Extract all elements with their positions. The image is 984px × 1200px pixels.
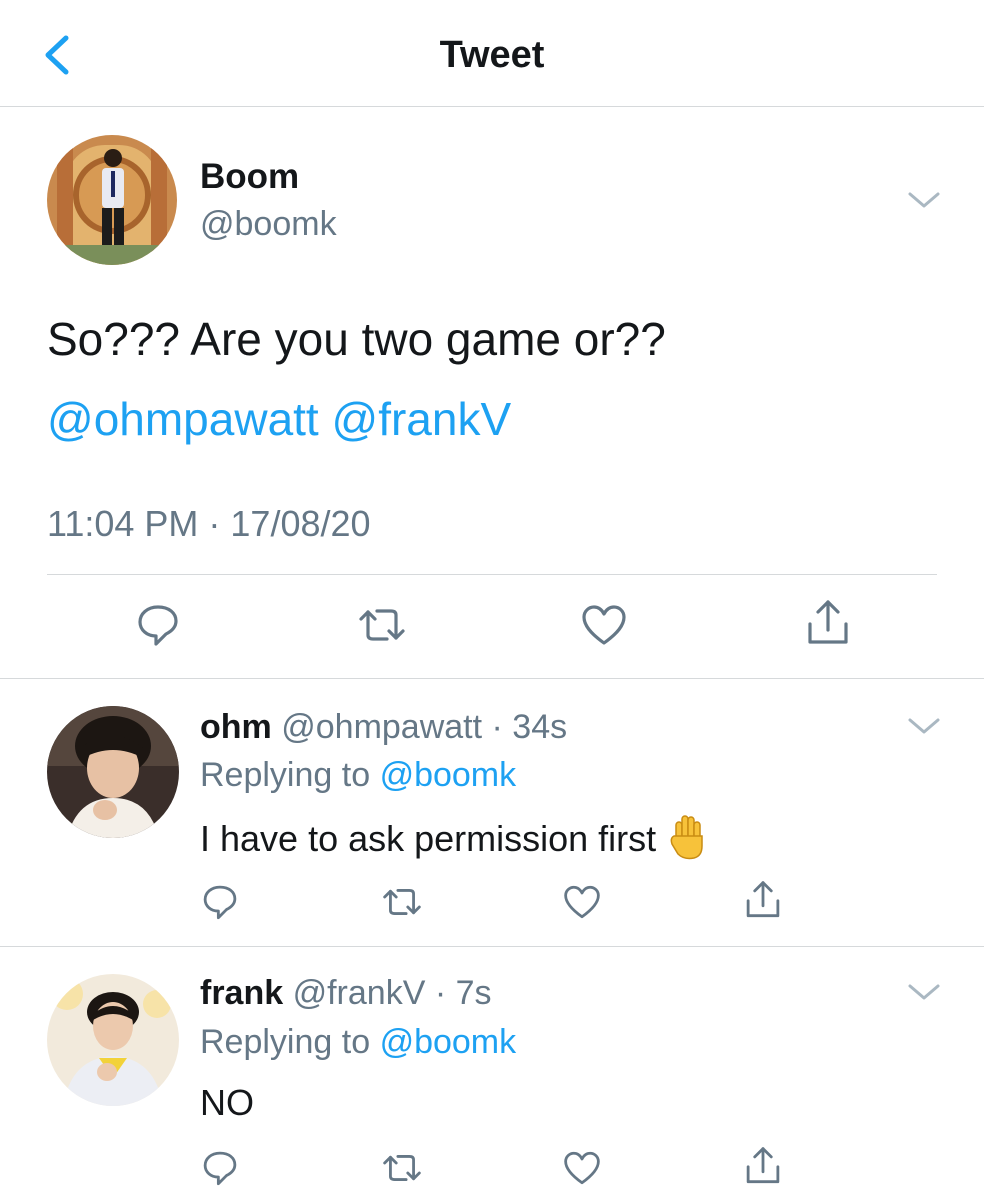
share-icon bbox=[746, 1147, 780, 1184]
reply-icon bbox=[138, 605, 178, 646]
retweet-icon bbox=[359, 609, 405, 641]
separator-dot: · bbox=[482, 708, 513, 746]
replying-to-label: Replying to bbox=[200, 1023, 371, 1061]
retweet-button[interactable] bbox=[380, 1146, 424, 1190]
author-name[interactable]: Boom bbox=[200, 157, 299, 197]
reply-text: I have to ask permission first bbox=[200, 814, 708, 869]
tweet-timestamp[interactable]: 11:04 PM · 17/08/20 bbox=[47, 503, 371, 545]
separator-dot: · bbox=[425, 974, 456, 1012]
reply-author-name[interactable]: ohm bbox=[200, 708, 272, 746]
share-button[interactable] bbox=[741, 878, 785, 922]
replying-to-mention[interactable]: @boomk bbox=[380, 1023, 517, 1061]
divider bbox=[0, 946, 984, 947]
like-icon bbox=[582, 605, 626, 645]
avatar-ohm[interactable] bbox=[47, 706, 179, 838]
raised-hand-emoji bbox=[668, 814, 708, 869]
chevron-down-icon bbox=[908, 192, 940, 208]
reply-text: NO bbox=[200, 1082, 254, 1123]
reply-text-content: I have to ask permission first bbox=[200, 818, 657, 860]
like-icon bbox=[564, 1151, 600, 1185]
divider bbox=[47, 574, 937, 575]
share-button[interactable] bbox=[741, 1144, 785, 1188]
reply-header: ohm @ohmpawatt · 34s bbox=[200, 708, 567, 747]
replying-to-mention[interactable]: @boomk bbox=[380, 756, 517, 794]
divider bbox=[0, 678, 984, 679]
tweet-mentions: @ohmpawatt @frankV bbox=[47, 392, 511, 446]
replying-to-label: Replying to bbox=[200, 756, 371, 794]
reply-author-handle[interactable]: @ohmpawatt bbox=[281, 708, 482, 746]
reply-options-button[interactable] bbox=[907, 716, 941, 736]
reply-author-name[interactable]: frank bbox=[200, 974, 283, 1012]
like-icon bbox=[564, 885, 600, 919]
like-button[interactable] bbox=[560, 1146, 604, 1190]
reply-header: frank @frankV · 7s bbox=[200, 974, 492, 1013]
reply-time[interactable]: 7s bbox=[456, 974, 492, 1012]
retweet-icon bbox=[383, 889, 421, 915]
reply-time[interactable]: 34s bbox=[512, 708, 567, 746]
like-button[interactable] bbox=[560, 880, 604, 924]
mention-frankv[interactable]: @frankV bbox=[332, 393, 512, 445]
chevron-down-icon bbox=[908, 718, 940, 734]
reply-icon bbox=[203, 1151, 237, 1186]
share-button[interactable] bbox=[800, 595, 856, 651]
replying-to-line: Replying to @boomk bbox=[200, 756, 516, 795]
reply-button[interactable] bbox=[130, 597, 186, 653]
mention-ohmpawatt[interactable]: @ohmpawatt bbox=[47, 393, 319, 445]
tweet-options-button[interactable] bbox=[907, 190, 941, 210]
reply-author-handle[interactable]: @frankV bbox=[293, 974, 426, 1012]
like-button[interactable] bbox=[576, 597, 632, 653]
retweet-icon bbox=[383, 1155, 421, 1181]
author-handle[interactable]: @boomk bbox=[200, 205, 337, 244]
reply-icon bbox=[203, 885, 237, 920]
chevron-down-icon bbox=[908, 984, 940, 1000]
share-icon bbox=[808, 600, 848, 644]
replying-to-line: Replying to @boomk bbox=[200, 1023, 516, 1062]
reply-button[interactable] bbox=[198, 1146, 242, 1190]
avatar-frank[interactable] bbox=[47, 974, 179, 1106]
reply-options-button[interactable] bbox=[907, 982, 941, 1002]
retweet-button[interactable] bbox=[354, 597, 410, 653]
retweet-button[interactable] bbox=[380, 880, 424, 924]
reply-button[interactable] bbox=[198, 880, 242, 924]
page-title: Tweet bbox=[439, 34, 545, 76]
share-icon bbox=[746, 881, 780, 918]
tweet-text: So??? Are you two game or?? bbox=[47, 313, 666, 365]
avatar-boom[interactable] bbox=[47, 135, 177, 265]
